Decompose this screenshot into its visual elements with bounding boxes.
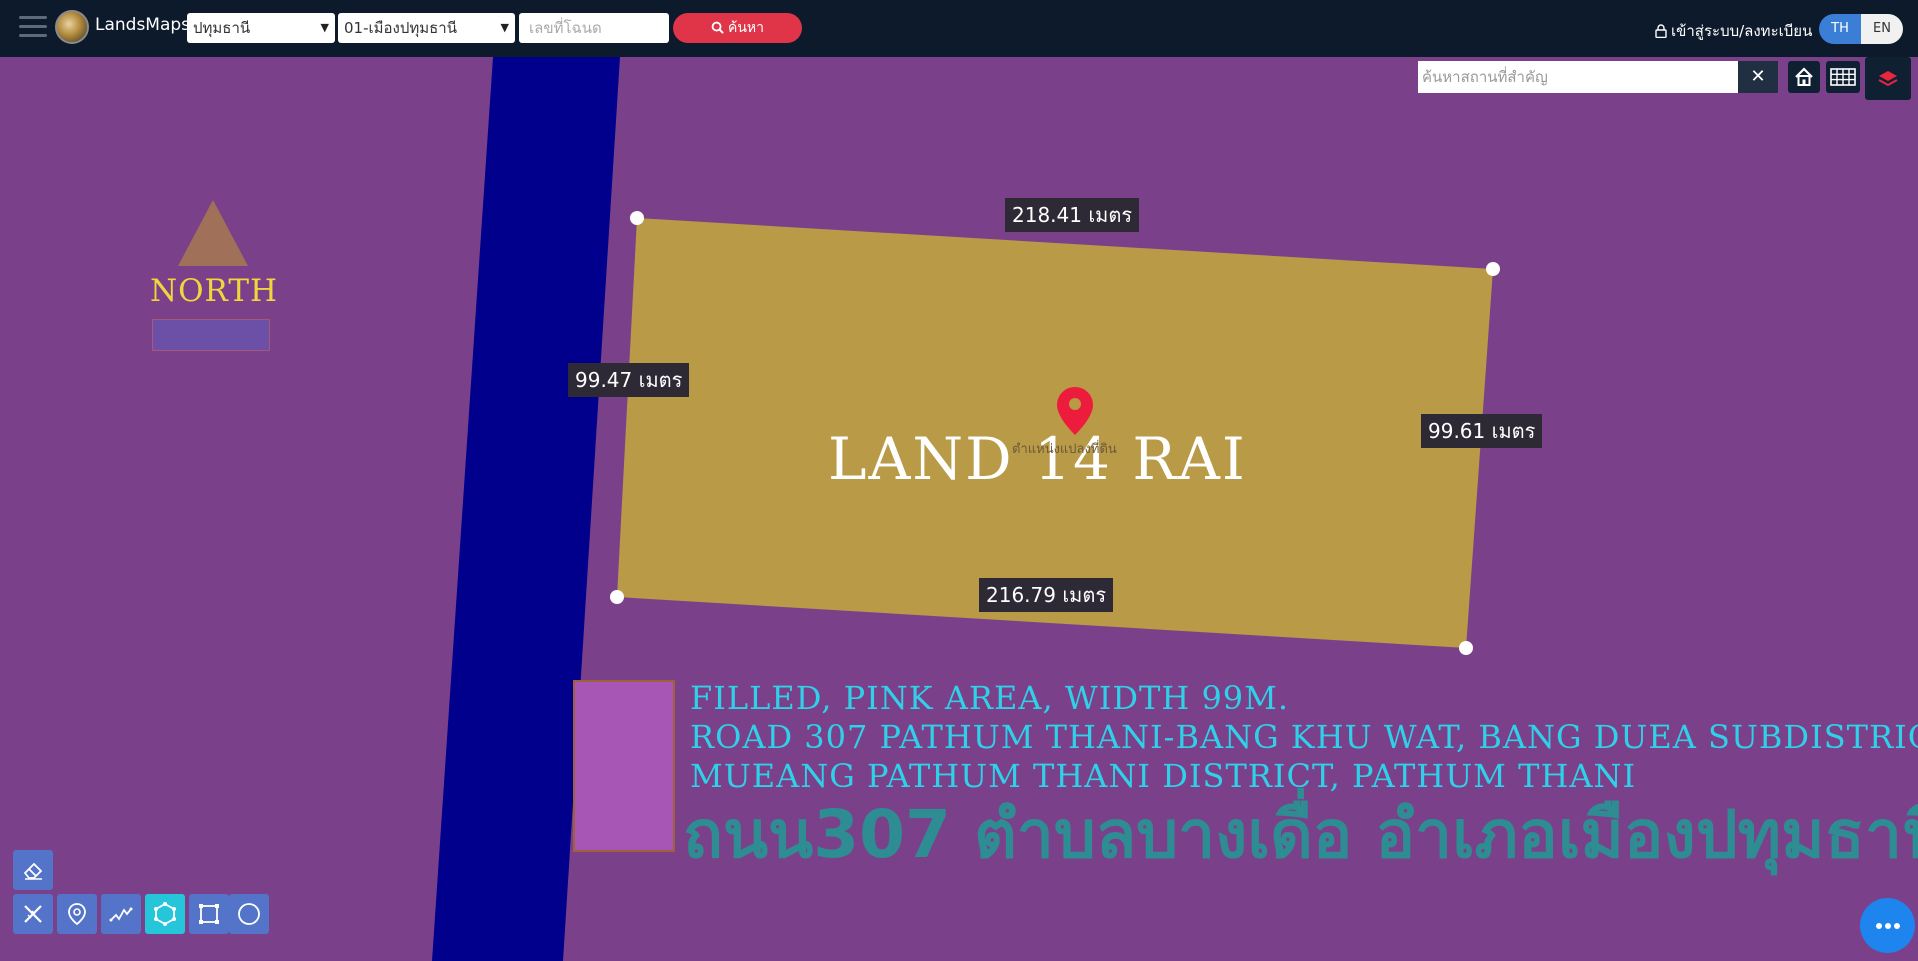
search-icon [711,21,724,34]
dimension-label-right: 99.61 เมตร [1421,414,1543,448]
dimension-label-left: 99.47 เมตร [568,363,690,397]
search-button[interactable]: ค้นหา [673,13,802,43]
district-select-value: 01-เมืองปทุมธานี [344,19,457,37]
parcel-vertex-handle[interactable] [610,590,624,604]
polyline-tool-button[interactable] [101,894,141,934]
province-select-value: ปทุมธานี [193,19,251,37]
search-button-label: ค้นหา [727,20,765,36]
landsmaps-logo [55,10,89,44]
login-link[interactable]: เข้าสู่ระบบ/ลงทะเบียน [1655,19,1812,43]
north-legend-box [152,319,270,351]
layers-icon [1878,70,1898,86]
dimension-label-bottom: 216.79 เมตร [979,578,1114,612]
polyline-icon [109,907,133,922]
map-view[interactable]: ✕ 218.41 เมตร 99.47 เมตร 99.61 เมตร 216.… [0,57,1918,961]
place-search-input[interactable] [1418,61,1738,93]
chevron-down-icon: ▼ [500,21,509,34]
north-arrow [178,200,248,266]
more-options-button[interactable] [1860,898,1915,953]
marker-icon [68,903,86,926]
pin-caption: ตำแหน่งแปลงที่ดิน [1012,442,1117,457]
measure-tool-button[interactable] [13,894,53,934]
district-select[interactable]: 01-เมืองปทุมธานี ▼ [338,13,515,43]
parcel-vertex-handle[interactable] [1486,262,1500,276]
rectangle-tool-button[interactable] [189,894,229,934]
parcel-vertex-handle[interactable] [630,211,644,225]
polygon-icon [154,902,176,926]
caption-thai: ถนน307 ตำบลบางเดื่อ อำเภอเมืองปทุมธานี [683,796,1918,873]
pink-area-swatch [573,680,675,852]
home-icon [1795,67,1813,86]
circle-tool-button[interactable] [229,894,269,934]
brand-name: LandsMaps [95,15,191,35]
polygon-tool-button[interactable] [145,894,185,934]
circle-icon [238,903,260,925]
land-title: LAND 14 RAI [828,425,1247,493]
rectangle-icon [199,904,219,924]
top-bar: LandsMaps ปทุมธานี ▼ 01-เมืองปทุมธานี ▼ … [0,0,1918,57]
parcel-vertex-handle[interactable] [1459,641,1473,655]
lock-icon [1655,24,1667,39]
marker-tool-button[interactable] [57,894,97,934]
eraser-tool-button[interactable] [13,850,53,890]
lang-th-button[interactable]: TH [1819,14,1861,44]
more-icon [1875,922,1900,929]
caption-line-2: ROAD 307 PATHUM THANI-BANG KHU WAT, BANG… [690,718,1918,756]
chevron-down-icon: ▼ [320,21,329,34]
caption-line-1: FILLED, PINK AREA, WIDTH 99M. [690,679,1290,717]
north-label: NORTH [150,273,279,309]
layers-button[interactable] [1865,57,1911,100]
eraser-icon [23,862,43,880]
login-label: เข้าสู่ระบบ/ลงทะเบียน [1671,22,1813,40]
grid-icon [1830,68,1856,86]
home-button[interactable] [1788,61,1820,93]
lang-en-button[interactable]: EN [1861,14,1903,44]
ruler-icon [24,905,42,923]
deed-number-input[interactable] [519,13,669,43]
province-select[interactable]: ปทุมธานี ▼ [187,13,335,43]
dimension-label-top: 218.41 เมตร [1005,198,1140,232]
clear-search-button[interactable]: ✕ [1738,61,1778,93]
grid-button[interactable] [1826,61,1860,93]
hamburger-menu-icon[interactable] [19,16,47,38]
